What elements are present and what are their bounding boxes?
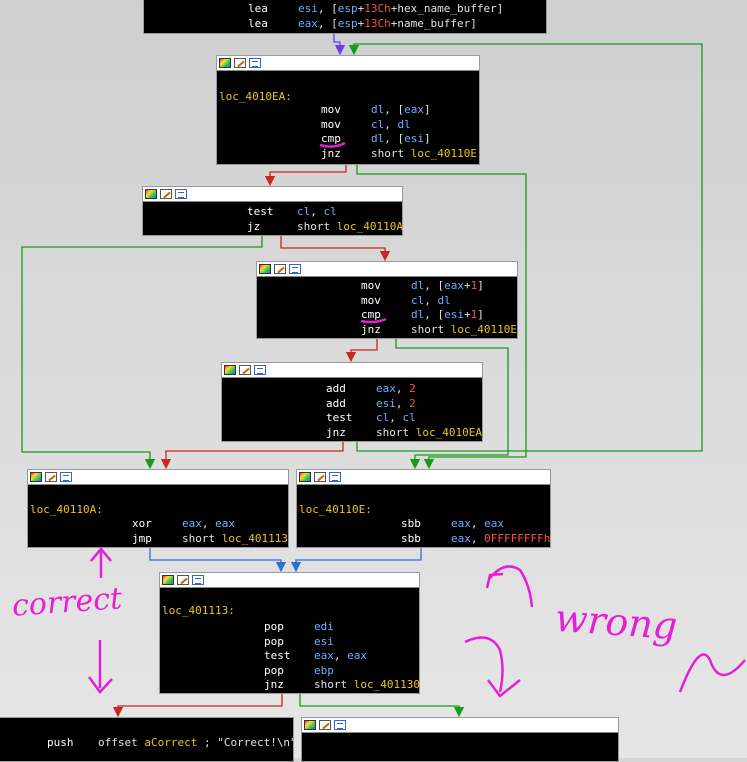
cmp-underline-1 [319,141,346,148]
edge-40110A-jmp [149,548,287,573]
edge-401113-true [299,694,465,718]
edge-entry [333,34,346,56]
edge-40110E-fall [290,548,422,573]
correct-arrow-up [90,547,112,578]
cmp-underline-2 [360,317,387,324]
edge-401113-false [112,694,283,718]
wrong-arrow-down [464,636,521,698]
edge-back-loop [348,43,703,452]
edge-4010EA-false [264,165,347,187]
edge-mov-false [345,339,378,363]
wrong-arrow-up [485,565,534,608]
edge-test-false [280,236,391,262]
edge-test-true [21,236,263,470]
edge-add-false [160,442,344,470]
edge-mov-true [395,339,509,470]
wrong-squiggle [678,653,746,693]
correct-arrow-down [87,640,113,694]
edge-4010EA-true [356,165,527,470]
annotation-wrong: wrong [553,595,679,649]
